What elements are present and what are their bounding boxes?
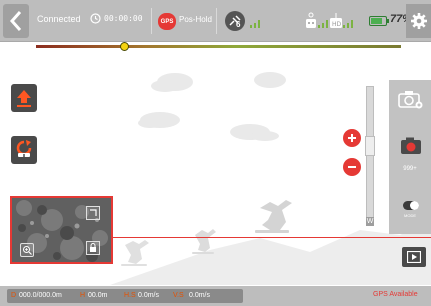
satellite-count: 6	[236, 20, 241, 29]
horizontal-speed-value: 0.0m/s	[138, 292, 160, 299]
minus-icon	[348, 166, 356, 168]
divider	[216, 8, 217, 34]
map-lock-button[interactable]	[86, 241, 100, 255]
signal-bars-icon	[343, 20, 353, 28]
zoom-slider-thumb[interactable]	[365, 136, 375, 156]
lock-icon	[90, 243, 96, 252]
minimap[interactable]	[10, 196, 113, 264]
remaining-capacity: 999+	[403, 166, 417, 172]
vertical-speed-value: 0.0m/s	[189, 292, 211, 299]
playback-icon	[407, 251, 421, 263]
gear-icon	[410, 13, 427, 29]
return-home-button[interactable]	[11, 136, 37, 164]
zoom-slider-track[interactable]	[366, 86, 374, 226]
map-zoom-button[interactable]	[20, 243, 34, 257]
telemetry-bar: D 000.0/000.0m H 00.0m H.S 0.0m/s V.S 0.…	[0, 286, 431, 306]
flight-mode: Pos-Hold	[179, 15, 212, 24]
telemetry-readout: D 000.0/000.0m H 00.0m H.S 0.0m/s V.S 0.…	[7, 289, 243, 303]
camera-switch-icon	[398, 91, 423, 109]
gps-status-text: GPS Available	[373, 291, 418, 298]
back-button[interactable]	[3, 4, 29, 38]
camera-control-panel: 999+ MODE	[389, 80, 431, 234]
divider	[151, 8, 152, 34]
chevron-left-icon	[9, 11, 22, 31]
signal-bars-icon	[250, 20, 260, 28]
return-home-icon	[16, 140, 32, 159]
app-screen: Connected 00:00:00 GPS Pos-Hold 6 HD 77%	[0, 0, 431, 306]
zoom-out-button[interactable]	[343, 158, 361, 176]
satellite-icon	[225, 11, 245, 31]
settings-button[interactable]	[406, 4, 431, 38]
clock-icon	[90, 13, 101, 24]
mode-label: MODE	[404, 213, 416, 218]
flight-progress-bar	[36, 45, 401, 48]
height-value: 00.0m	[88, 292, 108, 299]
mode-toggle-knob	[410, 201, 419, 210]
vertical-speed-label: V.S	[173, 292, 184, 299]
flight-progress-knob[interactable]	[120, 42, 129, 51]
battery-fill	[371, 18, 382, 24]
plus-icon	[348, 134, 356, 142]
remote-controller-icon	[306, 12, 316, 28]
zoom-wide-label: W	[366, 217, 374, 226]
map-expand-icon	[90, 209, 97, 216]
distance-value: 000.0/000.0m	[19, 292, 62, 299]
map-expand-button[interactable]	[86, 206, 100, 220]
gps-badge: GPS	[158, 13, 176, 30]
connection-status: Connected	[37, 14, 81, 24]
cloud-shapes	[138, 72, 286, 141]
takeoff-button[interactable]	[11, 84, 37, 112]
record-icon	[401, 137, 421, 154]
horizontal-speed-label: H.S	[124, 292, 136, 299]
battery-icon	[369, 16, 387, 26]
flight-timer: 00:00:00	[104, 14, 143, 23]
height-label: H	[80, 292, 86, 299]
battery-tip	[387, 19, 389, 23]
signal-bars-icon	[318, 20, 328, 28]
distance-label: D	[11, 292, 17, 299]
top-status-bar: Connected 00:00:00 GPS Pos-Hold 6 HD 77%	[0, 0, 431, 42]
record-button[interactable]	[400, 137, 422, 160]
video-link-icon: HD	[330, 13, 342, 28]
takeoff-icon	[17, 90, 31, 107]
playback-button[interactable]	[402, 247, 426, 267]
svg-text:HD: HD	[332, 21, 342, 28]
mode-toggle[interactable]	[403, 201, 419, 210]
zoom-target-icon	[23, 246, 32, 255]
horizon-indicator	[113, 237, 431, 238]
camera-switch-button[interactable]	[398, 90, 424, 115]
zoom-in-button[interactable]	[343, 129, 361, 147]
